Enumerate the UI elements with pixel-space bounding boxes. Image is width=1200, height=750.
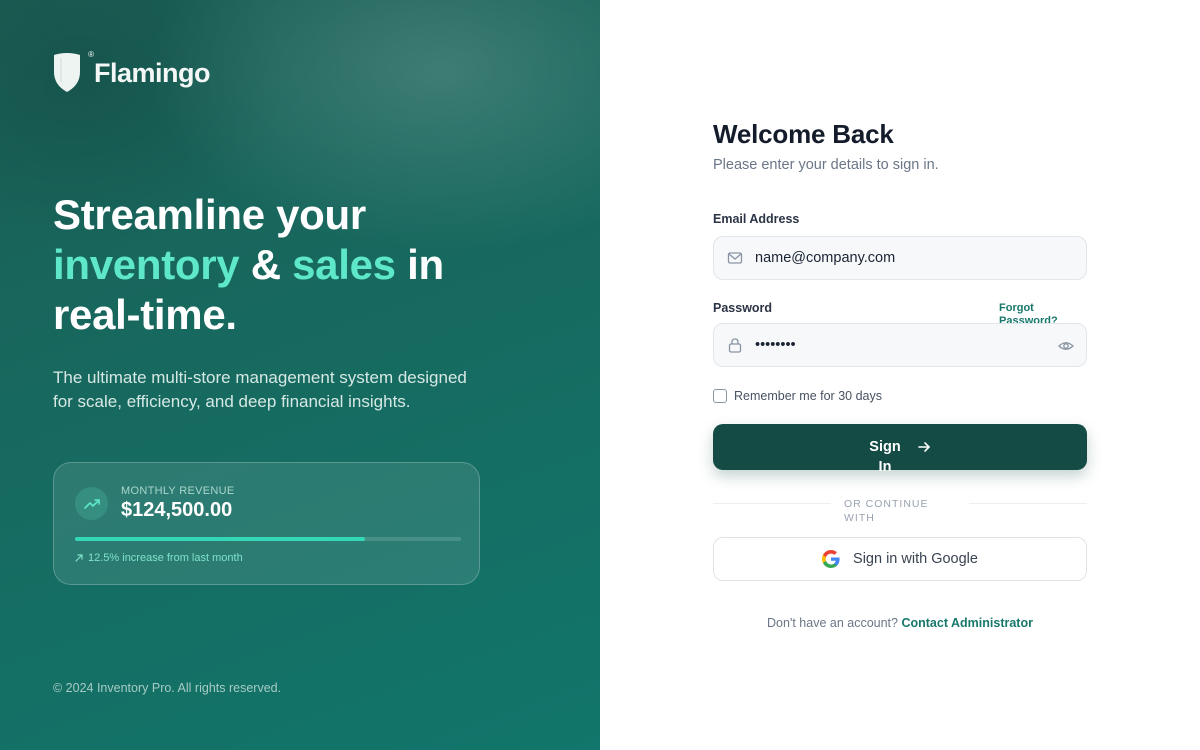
remember-me-checkbox[interactable] — [713, 389, 727, 403]
password-label: Password — [713, 301, 773, 315]
email-input[interactable] — [755, 250, 1086, 266]
password-field-wrapper — [713, 323, 1087, 367]
email-label: Email Address — [713, 212, 800, 226]
headline-accent-sales: sales — [292, 241, 396, 288]
trending-up-icon — [75, 487, 108, 520]
headline-part-2: in — [395, 241, 444, 288]
contact-administrator-link[interactable]: Contact Administrator — [901, 616, 1033, 630]
hero-subtitle: The ultimate multi-store management syst… — [53, 368, 467, 411]
brand-name: Flamingo — [94, 57, 211, 88]
page-description: Please enter your details to sign in. — [713, 157, 939, 173]
sign-in-label: Sign In — [869, 439, 901, 475]
login-panel: Welcome Back Please enter your details t… — [600, 0, 1200, 750]
revenue-label: MONTHLY REVENUE — [121, 485, 235, 497]
headline-part-3: real-time. — [53, 291, 237, 338]
remember-me-label[interactable]: Remember me for 30 days — [734, 389, 882, 403]
google-sign-in-button[interactable]: Sign in with Google — [713, 537, 1087, 581]
page-title: Welcome Back — [713, 119, 894, 149]
headline-ampersand: & — [239, 241, 293, 288]
revenue-note: 12.5% increase from last month — [75, 552, 243, 564]
revenue-note-text: 12.5% increase from last month — [88, 552, 243, 564]
copyright: © 2024 Inventory Pro. All rights reserve… — [53, 681, 282, 695]
promo-panel: ® Flamingo Streamline your inventory & s… — [0, 0, 600, 750]
remember-me-row: Remember me for 30 days — [713, 389, 882, 403]
revenue-value: $124,500.00 — [121, 499, 233, 521]
divider-left — [713, 503, 831, 504]
arrow-up-right-icon — [75, 554, 83, 562]
revenue-progress-fill — [75, 537, 365, 541]
headline-part-1: Streamline your — [53, 191, 366, 238]
hero-headline: Streamline your inventory & sales in rea… — [53, 190, 573, 340]
mail-icon — [727, 250, 743, 266]
google-sign-in-label: Sign in with Google — [853, 551, 978, 567]
email-field-wrapper — [713, 236, 1087, 280]
brand-logo[interactable]: ® Flamingo — [53, 50, 211, 94]
signup-prompt: Don't have an account? Contact Administr… — [713, 616, 1087, 630]
revenue-card: MONTHLY REVENUE $124,500.00 12.5% increa… — [53, 462, 480, 585]
password-input[interactable] — [755, 337, 1086, 353]
divider-text: OR CONTINUE WITH — [844, 498, 929, 524]
google-icon — [822, 550, 840, 568]
arrow-right-icon — [917, 440, 931, 454]
shield-icon: ® — [53, 50, 94, 94]
signup-prompt-text: Don't have an account? — [767, 616, 898, 630]
lock-icon — [727, 337, 743, 353]
headline-accent-inventory: inventory — [53, 241, 240, 288]
revenue-progress-track — [75, 537, 461, 541]
registered-mark: ® — [88, 50, 94, 59]
divider-right — [969, 503, 1087, 504]
sign-in-button[interactable]: Sign In — [713, 424, 1087, 475]
forgot-password-link[interactable]: Forgot Password? — [999, 302, 1069, 324]
eye-icon[interactable] — [1058, 338, 1074, 354]
